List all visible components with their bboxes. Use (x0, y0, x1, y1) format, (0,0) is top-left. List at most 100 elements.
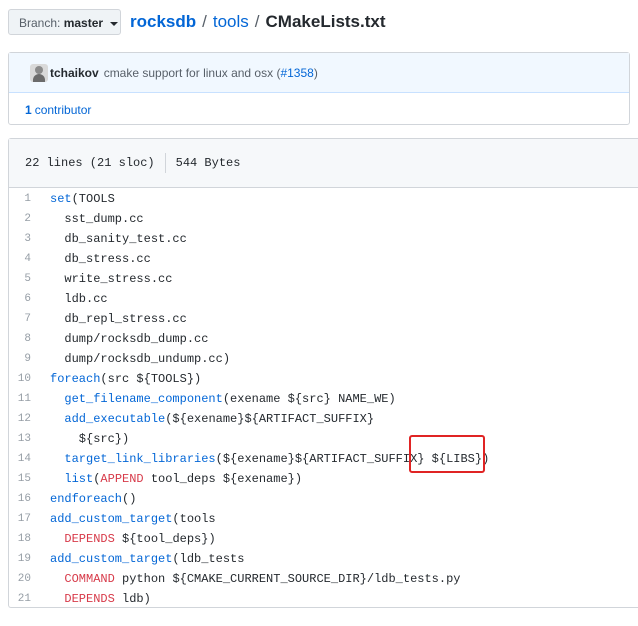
code-token: (ldb_tests (172, 552, 245, 566)
avatar-body-shape (33, 73, 45, 82)
code-token: db_sanity_test.cc (50, 232, 187, 246)
code-keyword: get_filename_component (64, 392, 223, 406)
code-token: ${tool_deps}) (114, 532, 216, 546)
code-text: db_stress.cc (50, 252, 151, 266)
code-token: dump/rocksdb_undump.cc) (50, 352, 231, 366)
code-text: set(TOOLS (50, 192, 115, 206)
line-number[interactable]: 7 (9, 313, 50, 325)
code-line: 18 DEPENDS ${tool_deps}) (9, 529, 638, 549)
code-text: db_sanity_test.cc (50, 232, 187, 246)
code-text: add_custom_target(ldb_tests (50, 552, 244, 566)
file-navigation: Branch: master rocksdb / tools / CMakeLists.… (8, 9, 630, 37)
code-line: 21 DEPENDS ldb) (9, 589, 638, 609)
line-number[interactable]: 16 (9, 493, 50, 505)
line-number[interactable]: 11 (9, 393, 50, 405)
code-text: dump/rocksdb_undump.cc) (50, 352, 230, 366)
code-keyword: add_executable (64, 412, 166, 426)
code-keyword: set (50, 192, 72, 206)
line-number[interactable]: 5 (9, 273, 50, 285)
line-number[interactable]: 20 (9, 573, 50, 585)
contributors-label: contributor (34, 102, 92, 117)
code-line: 11 get_filename_component(exename ${src}… (9, 389, 638, 409)
code-token: sst_dump.cc (50, 212, 144, 226)
line-number[interactable]: 10 (9, 373, 50, 385)
file-info-header: 22 lines (21 sloc) 544 Bytes (9, 139, 638, 188)
commit-message-close: ) (313, 65, 318, 80)
breadcrumb-repo-link[interactable]: rocksdb (130, 12, 196, 31)
code-text: DEPENDS ldb) (50, 592, 151, 606)
commit-message: cmake support for linux and osx (#1358) (104, 66, 318, 80)
line-number[interactable]: 3 (9, 233, 50, 245)
code-constant: DEPENDS (64, 592, 115, 606)
code-line: 2 sst_dump.cc (9, 209, 638, 229)
avatar-head-shape (35, 65, 43, 74)
code-token: (TOOLS (71, 192, 115, 206)
file-size: 544 Bytes (175, 156, 241, 170)
code-line: 8 dump/rocksdb_dump.cc (9, 329, 638, 349)
code-line: 16 endforeach() (9, 489, 638, 509)
line-number[interactable]: 8 (9, 333, 50, 345)
code-keyword: target_link_libraries (64, 452, 216, 466)
commit-author-link[interactable]: tchaikov (50, 66, 99, 80)
line-number[interactable]: 6 (9, 293, 50, 305)
line-number[interactable]: 19 (9, 553, 50, 565)
code-text: COMMAND python ${CMAKE_CURRENT_SOURCE_DI… (50, 572, 460, 586)
branch-label: Branch: (19, 16, 61, 30)
code-text: list(APPEND tool_deps ${exename}) (50, 472, 302, 486)
branch-name: master (63, 16, 104, 30)
code-text: write_stress.cc (50, 272, 172, 286)
code-text: ${src}) (50, 432, 129, 446)
code-token: (${exename}${ARTIFACT_SUFFIX} (165, 412, 375, 426)
commit-pr-link[interactable]: #1358 (280, 66, 313, 80)
breadcrumb-file-name: CMakeLists.txt (265, 12, 386, 31)
contributors-link[interactable]: 1 contributor (9, 93, 629, 126)
line-number[interactable]: 12 (9, 413, 50, 425)
code-keyword: foreach (50, 372, 101, 386)
code-line: 4 db_stress.cc (9, 249, 638, 269)
code-line: 19 add_custom_target(ldb_tests (9, 549, 638, 569)
file-viewer: 22 lines (21 sloc) 544 Bytes 1 set(TOOLS 2… (8, 138, 638, 608)
code-token: dump/rocksdb_dump.cc (50, 332, 209, 346)
code-line: 6 ldb.cc (9, 289, 638, 309)
code-text: sst_dump.cc (50, 212, 144, 226)
line-number[interactable]: 17 (9, 513, 50, 525)
code-token: db_stress.cc (50, 252, 151, 266)
line-number[interactable]: 14 (9, 453, 50, 465)
code-keyword: add_custom_target (50, 552, 173, 566)
code-token: write_stress.cc (50, 272, 173, 286)
code-token: python ${CMAKE_CURRENT_SOURCE_DIR}/ldb_t… (114, 572, 461, 586)
file-line-count: 22 lines (21 sloc) (25, 156, 155, 170)
code-token: ldb) (114, 592, 151, 606)
code-line: 13 ${src}) (9, 429, 638, 449)
code-constant: COMMAND (64, 572, 115, 586)
user-avatar[interactable] (30, 63, 48, 82)
code-text: DEPENDS ${tool_deps}) (50, 532, 216, 546)
line-number[interactable]: 9 (9, 353, 50, 365)
code-line: 15 list(APPEND tool_deps ${exename}) (9, 469, 638, 489)
breadcrumb-dir-link[interactable]: tools (213, 12, 249, 31)
code-line: 20 COMMAND python ${CMAKE_CURRENT_SOURCE… (9, 569, 638, 589)
commit-message-text: cmake support for linux and osx ( (103, 65, 281, 80)
code-line: 1 set(TOOLS (9, 189, 638, 209)
code-blob: 1 set(TOOLS 2 sst_dump.cc 3 db_sanity_test.… (9, 189, 638, 609)
line-number[interactable]: 2 (9, 213, 50, 225)
line-number[interactable]: 1 (9, 193, 50, 205)
contributors-count: 1 (25, 102, 32, 117)
code-line: 10 foreach(src ${TOOLS}) (9, 369, 638, 389)
line-number[interactable]: 4 (9, 253, 50, 265)
commit-tease: tchaikov cmake support for linux and osx… (8, 52, 630, 125)
line-number[interactable]: 18 (9, 533, 50, 545)
code-text: endforeach() (50, 492, 136, 506)
code-token: ${src}) (50, 432, 130, 446)
line-number[interactable]: 13 (9, 433, 50, 445)
code-token: (exename ${src} NAME_WE) (222, 392, 396, 406)
branch-select-button[interactable]: Branch: master (8, 9, 121, 35)
line-number[interactable]: 21 (9, 593, 50, 605)
line-number[interactable]: 15 (9, 473, 50, 485)
